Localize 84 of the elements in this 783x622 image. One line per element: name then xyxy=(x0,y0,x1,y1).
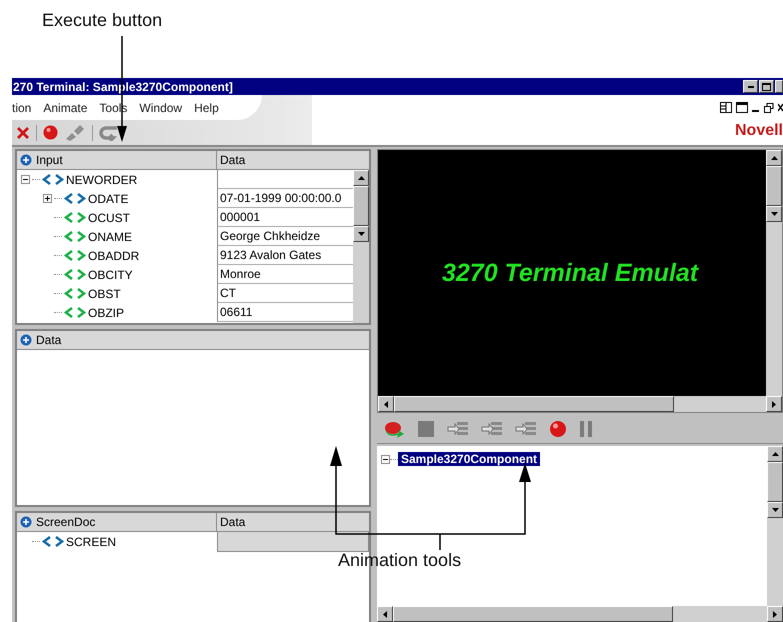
tree-item[interactable]: OBADDR xyxy=(88,248,140,262)
menu-item[interactable]: tion xyxy=(12,100,32,114)
triangle-up-icon xyxy=(358,176,364,180)
plus-circle-icon[interactable] xyxy=(20,154,32,166)
menu-item[interactable]: Help xyxy=(194,100,219,114)
plus-circle-icon[interactable] xyxy=(20,334,32,346)
minimize-button[interactable] xyxy=(743,80,758,93)
menu-item[interactable]: Window xyxy=(139,100,182,114)
horizontal-scrollbar[interactable] xyxy=(378,396,782,412)
scroll-thumb[interactable] xyxy=(353,186,369,226)
record-icon[interactable] xyxy=(43,125,58,140)
record-icon[interactable] xyxy=(549,420,567,438)
tree-item[interactable]: ONAME xyxy=(88,230,132,244)
triangle-left-icon xyxy=(383,610,387,618)
scroll-up-button[interactable] xyxy=(353,170,369,186)
step-icon[interactable] xyxy=(481,420,503,438)
scroll-up-button[interactable] xyxy=(766,150,782,166)
triangle-right-icon xyxy=(772,400,776,408)
tree-item[interactable]: OBST xyxy=(88,286,121,300)
tree-item[interactable]: ODATE xyxy=(88,192,128,206)
window-title: 270 Terminal: Sample3270Component] xyxy=(13,80,233,94)
scroll-up-button[interactable] xyxy=(767,446,783,462)
step-icon[interactable] xyxy=(447,420,469,438)
tag-icon xyxy=(64,288,86,299)
scroll-right-button[interactable] xyxy=(767,606,783,622)
callout-label: Animation tools xyxy=(338,550,462,571)
restore-icon[interactable] xyxy=(764,102,774,112)
horizontal-scrollbar[interactable] xyxy=(377,606,783,622)
tag-icon xyxy=(64,212,86,223)
scroll-thumb[interactable] xyxy=(767,462,783,502)
step-icon[interactable] xyxy=(515,420,537,438)
triangle-right-icon xyxy=(773,610,777,618)
vertical-scrollbar[interactable] xyxy=(353,170,369,323)
close-button[interactable] xyxy=(775,80,783,93)
scroll-thumb[interactable] xyxy=(394,396,674,412)
column-header: Input xyxy=(36,153,63,167)
callout-label: Execute button xyxy=(42,10,162,31)
triangle-up-icon xyxy=(770,156,778,160)
scroll-down-button[interactable] xyxy=(353,226,369,242)
tree-item[interactable]: SCREEN xyxy=(66,534,116,548)
collapse-icon[interactable] xyxy=(21,175,30,184)
tag-icon xyxy=(64,269,86,280)
triangle-up-icon xyxy=(772,452,778,456)
expand-icon[interactable] xyxy=(43,194,52,203)
brand-logo: Novell xyxy=(734,121,783,140)
vertical-scrollbar[interactable] xyxy=(767,446,783,608)
curved-arrow-icon[interactable] xyxy=(99,124,119,140)
scroll-thumb[interactable] xyxy=(393,606,673,622)
close-icon[interactable] xyxy=(778,103,783,112)
triangle-left-icon xyxy=(384,400,388,408)
tag-icon xyxy=(64,250,86,261)
tile-icon[interactable] xyxy=(720,102,732,113)
tag-icon xyxy=(64,193,86,204)
tree-item[interactable]: OCUST xyxy=(88,210,130,224)
tree-item[interactable]: NEWORDER xyxy=(66,172,138,186)
column-header: ScreenDoc xyxy=(36,515,96,529)
tree-item[interactable]: OBCITY xyxy=(88,268,133,282)
scroll-down-button[interactable] xyxy=(767,502,783,518)
maximize-icon xyxy=(762,82,771,90)
triangle-down-icon xyxy=(358,232,364,236)
tree-item[interactable]: Sample3270Component xyxy=(398,452,540,466)
tree-item[interactable]: OBZIP xyxy=(88,306,124,320)
minimize-icon xyxy=(748,86,754,88)
menu-item[interactable]: Animate xyxy=(43,100,88,114)
scroll-left-button[interactable] xyxy=(377,606,393,622)
column-header: Data xyxy=(36,333,62,347)
tag-icon xyxy=(42,536,64,547)
tag-icon xyxy=(42,174,64,185)
scroll-down-button[interactable] xyxy=(766,206,782,222)
scroll-right-button[interactable] xyxy=(766,396,782,412)
terminal-text: 3270 Terminal Emulat xyxy=(442,258,698,288)
collapse-icon[interactable] xyxy=(381,454,390,464)
play-arrow-icon[interactable] xyxy=(383,420,405,438)
scroll-thumb[interactable] xyxy=(766,166,782,206)
tag-icon xyxy=(64,231,86,242)
triangle-down-icon xyxy=(770,212,778,216)
plus-circle-icon[interactable] xyxy=(20,516,32,528)
tag-icon xyxy=(64,307,86,318)
column-header: Data xyxy=(220,153,246,167)
triangle-down-icon xyxy=(772,508,778,512)
maximize-button[interactable] xyxy=(759,80,774,93)
scroll-left-button[interactable] xyxy=(378,396,394,412)
column-header: Data xyxy=(220,515,246,529)
window-icon[interactable] xyxy=(736,102,748,113)
